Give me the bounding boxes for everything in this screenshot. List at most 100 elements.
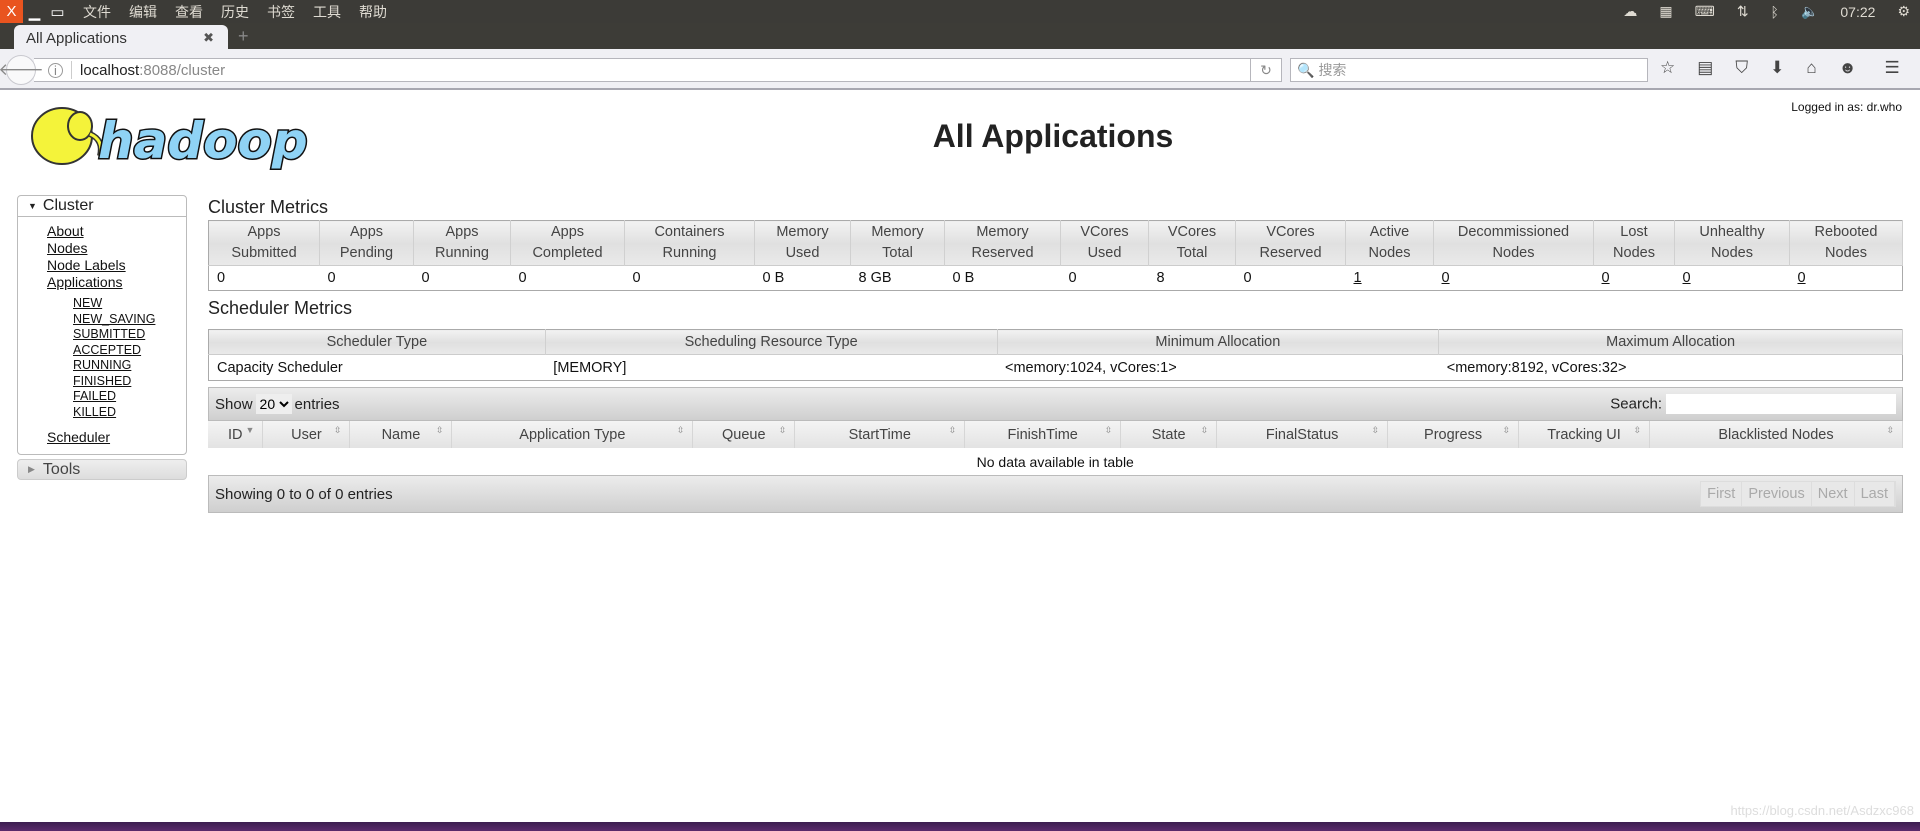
pager-next-button[interactable]: Next: [1812, 482, 1855, 506]
pager-previous-button[interactable]: Previous: [1742, 482, 1812, 506]
column-header-blacklisted-nodes[interactable]: Blacklisted Nodes ⇳: [1649, 421, 1903, 448]
sidebar-link-state-failed[interactable]: FAILED: [73, 389, 186, 405]
applications-datatable: Show 20 entries Search: ID ▼ User ⇳ Name ⇳ Appli…: [208, 387, 1903, 513]
sidebar-link-state-new[interactable]: NEW: [73, 296, 186, 312]
os-menubar: X ▁ ▭ 文件 编辑 查看 历史 书签 工具 帮助 ☁ ▦ ⌨ ⇅ ᛒ 🔈 07:22 ⚙: [0, 0, 1920, 23]
sort-icon[interactable]: ⇳: [1201, 425, 1209, 436]
cluster-toggle[interactable]: ▼ Cluster: [18, 196, 186, 217]
empty-table-message: No data available in table: [976, 453, 1134, 470]
window-minimize-button[interactable]: ▁: [23, 0, 46, 23]
sort-icon[interactable]: ⇳: [1886, 425, 1894, 436]
url-bar[interactable]: i localhost:8088/cluster: [34, 58, 1282, 82]
column-header-id[interactable]: ID ▼: [208, 421, 264, 448]
sidebar-link-about[interactable]: About: [47, 223, 186, 240]
column-header-state[interactable]: State ⇳: [1120, 421, 1218, 448]
column-header-finishtime[interactable]: FinishTime ⇳: [964, 421, 1122, 448]
tools-toggle[interactable]: ▶ Tools: [17, 459, 187, 480]
pager-last-button[interactable]: Last: [1855, 482, 1895, 506]
sidebar-link-state-running[interactable]: RUNNING: [73, 358, 186, 374]
header-line: Total: [882, 245, 913, 261]
pocket-icon[interactable]: ⛉: [1735, 58, 1748, 78]
sidebar-link-scheduler[interactable]: Scheduler: [47, 429, 186, 446]
smiley-icon[interactable]: ☻: [1839, 58, 1857, 78]
sort-desc-icon[interactable]: ▼: [246, 425, 255, 435]
download-icon[interactable]: ⬇: [1770, 58, 1784, 78]
column-header-finalstatus[interactable]: FinalStatus ⇳: [1216, 421, 1389, 448]
table-search-input[interactable]: [1666, 394, 1896, 414]
menu-item[interactable]: 历史: [221, 2, 249, 22]
new-tab-button[interactable]: +: [238, 26, 249, 47]
column-header: Memory Total: [850, 220, 945, 266]
update-icon[interactable]: ☁: [1623, 3, 1637, 20]
os-taskbar: [0, 822, 1920, 831]
column-header-user[interactable]: User ⇳: [262, 421, 351, 448]
calendar-icon[interactable]: ▦: [1659, 3, 1672, 20]
search-placeholder: 搜索: [1318, 62, 1347, 78]
metric-link[interactable]: 0: [1798, 270, 1806, 286]
tab-all-applications[interactable]: All Applications ✖: [14, 25, 228, 51]
pager-first-button[interactable]: First: [1701, 482, 1743, 506]
sidebar-link-state-new_saving[interactable]: NEW_SAVING: [73, 312, 186, 328]
column-header-starttime[interactable]: StartTime ⇳: [794, 421, 966, 448]
search-bar[interactable]: 🔍 搜索: [1290, 58, 1648, 82]
bluetooth-icon[interactable]: ᛒ: [1771, 4, 1779, 20]
hamburger-menu-icon[interactable]: ☰: [1884, 58, 1899, 78]
tab-title: All Applications: [26, 29, 127, 47]
column-header-tracking-ui[interactable]: Tracking UI ⇳: [1518, 421, 1650, 448]
menu-item[interactable]: 编辑: [129, 2, 157, 22]
back-button[interactable]: 🡐: [0, 55, 44, 85]
column-header: Containers Running: [624, 220, 755, 266]
entries-per-page-select[interactable]: 20: [255, 394, 292, 414]
reload-button[interactable]: ↻: [1250, 58, 1282, 82]
column-header-progress[interactable]: Progress ⇳: [1387, 421, 1520, 448]
menu-item[interactable]: 工具: [313, 2, 341, 22]
sort-icon[interactable]: ⇳: [677, 425, 685, 436]
column-header-queue[interactable]: Queue ⇳: [692, 421, 796, 448]
header-line: Apps: [247, 224, 281, 240]
network-icon[interactable]: ⇅: [1737, 3, 1749, 20]
reading-list-icon[interactable]: ▤: [1697, 58, 1713, 78]
menu-item[interactable]: 文件: [83, 2, 111, 22]
menu-item[interactable]: 书签: [267, 2, 295, 22]
info-icon[interactable]: i: [48, 62, 63, 78]
clock[interactable]: 07:22: [1840, 4, 1875, 20]
sidebar-link-state-submitted[interactable]: SUBMITTED: [73, 327, 186, 343]
sidebar-link-state-accepted[interactable]: ACCEPTED: [73, 343, 186, 359]
metric-link[interactable]: 0: [1442, 270, 1450, 286]
power-icon[interactable]: ⚙: [1897, 3, 1910, 20]
sidebar-link-state-killed[interactable]: KILLED: [73, 405, 186, 421]
window-close-button[interactable]: X: [0, 0, 23, 23]
sidebar-link-applications[interactable]: Applications: [47, 274, 186, 291]
home-icon[interactable]: ⌂: [1806, 58, 1816, 78]
metric-link[interactable]: 0: [1683, 270, 1691, 286]
menu-item[interactable]: 查看: [175, 2, 203, 22]
column-header: Maximum Allocation: [1438, 329, 1903, 355]
sidebar-link-node-labels[interactable]: Node Labels: [47, 257, 186, 274]
window-maximize-button[interactable]: ▭: [46, 0, 69, 23]
sort-icon[interactable]: ⇳: [436, 425, 444, 436]
cluster-metrics-title: Cluster Metrics: [208, 197, 329, 217]
volume-icon[interactable]: 🔈: [1801, 3, 1818, 20]
sidebar-link-nodes[interactable]: Nodes: [47, 240, 186, 257]
metric-link[interactable]: 1: [1354, 270, 1362, 286]
sort-icon[interactable]: ⇳: [1372, 425, 1380, 436]
close-tab-icon[interactable]: ✖: [203, 30, 214, 46]
menu-item[interactable]: 帮助: [359, 2, 387, 22]
sort-icon[interactable]: ⇳: [1105, 425, 1113, 436]
logged-in-user: Logged in as: dr.who: [1791, 100, 1902, 114]
keyboard-icon[interactable]: ⌨: [1695, 3, 1715, 20]
column-header: Apps Submitted: [208, 220, 320, 266]
sort-icon[interactable]: ⇳: [779, 425, 787, 436]
cluster-metrics-table: Apps Submitted Apps Pending Apps Running Apps C…: [208, 220, 1903, 291]
sort-icon[interactable]: ⇳: [949, 425, 957, 436]
metric-link[interactable]: 0: [1602, 270, 1610, 286]
bookmark-star-icon[interactable]: ☆: [1660, 58, 1675, 78]
sort-icon[interactable]: ⇳: [1503, 425, 1511, 436]
header-line: VCores: [1167, 224, 1217, 240]
column-header: Memory Reserved: [944, 220, 1061, 266]
column-header-name[interactable]: Name ⇳: [349, 421, 453, 448]
sort-icon[interactable]: ⇳: [1633, 425, 1641, 436]
sidebar-link-state-finished[interactable]: FINISHED: [73, 374, 186, 390]
sort-icon[interactable]: ⇳: [334, 425, 342, 436]
column-header-application-type[interactable]: Application Type ⇳: [451, 421, 694, 448]
